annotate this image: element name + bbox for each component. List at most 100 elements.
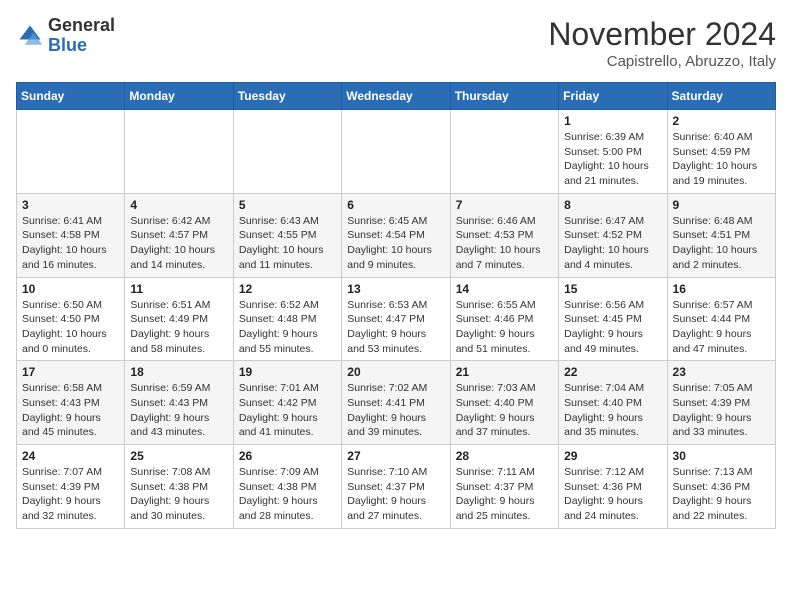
- header-cell-sunday: Sunday: [17, 83, 125, 110]
- day-number: 18: [130, 365, 227, 379]
- logo-icon: [16, 22, 44, 50]
- calendar-body: 1 Sunrise: 6:39 AMSunset: 5:00 PMDaylight…: [17, 110, 776, 529]
- calendar-cell: 8Sunrise: 6:47 AMSunset: 4:52 PMDaylight…: [559, 193, 667, 277]
- calendar-cell: 5 Sunrise: 6:43 AMSunset: 4:55 PMDaylight…: [233, 193, 341, 277]
- day-number: 14: [456, 282, 553, 296]
- header-cell-wednesday: Wednesday: [342, 83, 450, 110]
- day-number: 27: [347, 449, 444, 463]
- header-cell-monday: Monday: [125, 83, 233, 110]
- day-info: Sunrise: 6:53 AMSunset: 4:47 PMDaylight:…: [347, 298, 444, 357]
- calendar-cell: 21 Sunrise: 7:03 AMSunset: 4:40 PMDayligh…: [450, 361, 558, 445]
- calendar-cell: 22 Sunrise: 7:04 AMSunset: 4:40 PMDayligh…: [559, 361, 667, 445]
- day-info: Sunrise: 7:07 AMSunset: 4:39 PMDaylight:…: [22, 465, 119, 524]
- day-info: Sunrise: 7:02 AMSunset: 4:41 PMDaylight:…: [347, 381, 444, 440]
- day-info: Sunrise: 6:42 AMSunset: 4:57 PMDaylight:…: [130, 214, 227, 273]
- header-cell-saturday: Saturday: [667, 83, 775, 110]
- day-number: 6: [347, 198, 444, 212]
- day-number: 3: [22, 198, 119, 212]
- day-number: 15: [564, 282, 661, 296]
- day-number: 22: [564, 365, 661, 379]
- calendar-header: SundayMondayTuesdayWednesdayThursdayFrid…: [17, 83, 776, 110]
- day-number: 16: [673, 282, 770, 296]
- day-info: Sunrise: 7:03 AMSunset: 4:40 PMDaylight:…: [456, 381, 553, 440]
- title-block: November 2024 Capistrello, Abruzzo, Ital…: [548, 16, 776, 70]
- calendar-cell: 9 Sunrise: 6:48 AMSunset: 4:51 PMDaylight…: [667, 193, 775, 277]
- day-info: Sunrise: 6:43 AMSunset: 4:55 PMDaylight:…: [239, 214, 336, 273]
- week-row-1: 1 Sunrise: 6:39 AMSunset: 5:00 PMDaylight…: [17, 110, 776, 194]
- calendar-cell: 24 Sunrise: 7:07 AMSunset: 4:39 PMDayligh…: [17, 445, 125, 529]
- calendar-cell: [342, 110, 450, 194]
- day-number: 12: [239, 282, 336, 296]
- calendar-cell: [450, 110, 558, 194]
- day-number: 1: [564, 114, 661, 128]
- day-info: Sunrise: 6:46 AMSunset: 4:53 PMDaylight:…: [456, 214, 553, 273]
- calendar-cell: 30 Sunrise: 7:13 AMSunset: 4:36 PMDayligh…: [667, 445, 775, 529]
- calendar-cell: 28 Sunrise: 7:11 AMSunset: 4:37 PMDayligh…: [450, 445, 558, 529]
- calendar-cell: 7Sunrise: 6:46 AMSunset: 4:53 PMDaylight…: [450, 193, 558, 277]
- calendar-cell: 19 Sunrise: 7:01 AMSunset: 4:42 PMDayligh…: [233, 361, 341, 445]
- calendar-cell: 11 Sunrise: 6:51 AMSunset: 4:49 PMDayligh…: [125, 277, 233, 361]
- header-cell-thursday: Thursday: [450, 83, 558, 110]
- day-info: Sunrise: 7:13 AMSunset: 4:36 PMDaylight:…: [673, 465, 770, 524]
- calendar-cell: [125, 110, 233, 194]
- header-row: SundayMondayTuesdayWednesdayThursdayFrid…: [17, 83, 776, 110]
- calendar-cell: 20Sunrise: 7:02 AMSunset: 4:41 PMDayligh…: [342, 361, 450, 445]
- location-subtitle: Capistrello, Abruzzo, Italy: [548, 53, 776, 70]
- day-number: 30: [673, 449, 770, 463]
- calendar-cell: 15 Sunrise: 6:56 AMSunset: 4:45 PMDayligh…: [559, 277, 667, 361]
- day-info: Sunrise: 6:41 AMSunset: 4:58 PMDaylight:…: [22, 214, 119, 273]
- page-header: General Blue November 2024 Capistrello, …: [16, 16, 776, 70]
- calendar-cell: 26Sunrise: 7:09 AMSunset: 4:38 PMDayligh…: [233, 445, 341, 529]
- day-info: Sunrise: 6:45 AMSunset: 4:54 PMDaylight:…: [347, 214, 444, 273]
- day-number: 21: [456, 365, 553, 379]
- day-number: 24: [22, 449, 119, 463]
- day-info: Sunrise: 7:04 AMSunset: 4:40 PMDaylight:…: [564, 381, 661, 440]
- day-info: Sunrise: 7:01 AMSunset: 4:42 PMDaylight:…: [239, 381, 336, 440]
- calendar-cell: [233, 110, 341, 194]
- day-number: 23: [673, 365, 770, 379]
- header-cell-tuesday: Tuesday: [233, 83, 341, 110]
- day-info: Sunrise: 6:40 AMSunset: 4:59 PMDaylight:…: [673, 130, 770, 189]
- calendar-table: SundayMondayTuesdayWednesdayThursdayFrid…: [16, 82, 776, 529]
- calendar-cell: 17 Sunrise: 6:58 AMSunset: 4:43 PMDayligh…: [17, 361, 125, 445]
- day-number: 11: [130, 282, 227, 296]
- week-row-2: 3 Sunrise: 6:41 AMSunset: 4:58 PMDaylight…: [17, 193, 776, 277]
- week-row-3: 10 Sunrise: 6:50 AMSunset: 4:50 PMDayligh…: [17, 277, 776, 361]
- day-info: Sunrise: 6:48 AMSunset: 4:51 PMDaylight:…: [673, 214, 770, 273]
- day-info: Sunrise: 6:58 AMSunset: 4:43 PMDaylight:…: [22, 381, 119, 440]
- day-number: 17: [22, 365, 119, 379]
- calendar-cell: 14Sunrise: 6:55 AMSunset: 4:46 PMDayligh…: [450, 277, 558, 361]
- calendar-cell: 16Sunrise: 6:57 AMSunset: 4:44 PMDayligh…: [667, 277, 775, 361]
- day-number: 29: [564, 449, 661, 463]
- month-title: November 2024: [548, 16, 776, 53]
- calendar-cell: 10 Sunrise: 6:50 AMSunset: 4:50 PMDayligh…: [17, 277, 125, 361]
- day-number: 25: [130, 449, 227, 463]
- day-info: Sunrise: 7:11 AMSunset: 4:37 PMDaylight:…: [456, 465, 553, 524]
- day-info: Sunrise: 6:47 AMSunset: 4:52 PMDaylight:…: [564, 214, 661, 273]
- day-info: Sunrise: 6:39 AMSunset: 5:00 PMDaylight:…: [564, 130, 661, 189]
- calendar-cell: 6 Sunrise: 6:45 AMSunset: 4:54 PMDaylight…: [342, 193, 450, 277]
- calendar-cell: 3 Sunrise: 6:41 AMSunset: 4:58 PMDaylight…: [17, 193, 125, 277]
- day-number: 28: [456, 449, 553, 463]
- day-number: 26: [239, 449, 336, 463]
- day-info: Sunrise: 7:12 AMSunset: 4:36 PMDaylight:…: [564, 465, 661, 524]
- day-number: 13: [347, 282, 444, 296]
- day-info: Sunrise: 6:56 AMSunset: 4:45 PMDaylight:…: [564, 298, 661, 357]
- day-number: 10: [22, 282, 119, 296]
- calendar-cell: 18Sunrise: 6:59 AMSunset: 4:43 PMDayligh…: [125, 361, 233, 445]
- week-row-5: 24 Sunrise: 7:07 AMSunset: 4:39 PMDayligh…: [17, 445, 776, 529]
- calendar-cell: 12Sunrise: 6:52 AMSunset: 4:48 PMDayligh…: [233, 277, 341, 361]
- week-row-4: 17 Sunrise: 6:58 AMSunset: 4:43 PMDayligh…: [17, 361, 776, 445]
- header-cell-friday: Friday: [559, 83, 667, 110]
- day-number: 9: [673, 198, 770, 212]
- calendar-cell: 4Sunrise: 6:42 AMSunset: 4:57 PMDaylight…: [125, 193, 233, 277]
- day-number: 19: [239, 365, 336, 379]
- logo: General Blue: [16, 16, 115, 56]
- calendar-cell: 27 Sunrise: 7:10 AMSunset: 4:37 PMDayligh…: [342, 445, 450, 529]
- day-info: Sunrise: 6:50 AMSunset: 4:50 PMDaylight:…: [22, 298, 119, 357]
- calendar-cell: 1 Sunrise: 6:39 AMSunset: 5:00 PMDaylight…: [559, 110, 667, 194]
- day-info: Sunrise: 6:51 AMSunset: 4:49 PMDaylight:…: [130, 298, 227, 357]
- calendar-cell: [17, 110, 125, 194]
- day-number: 5: [239, 198, 336, 212]
- day-info: Sunrise: 7:10 AMSunset: 4:37 PMDaylight:…: [347, 465, 444, 524]
